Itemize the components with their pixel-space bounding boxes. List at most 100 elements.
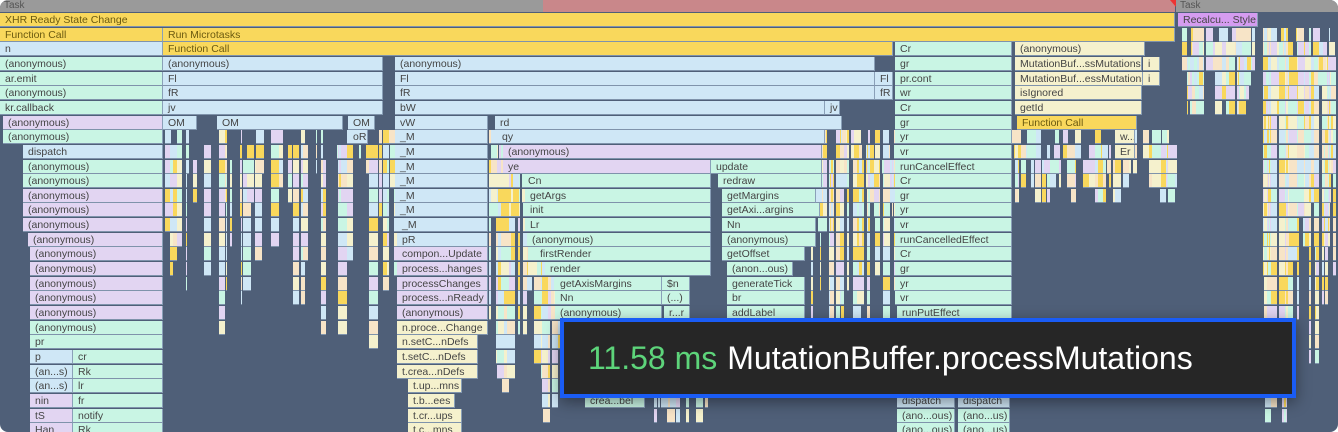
flame-sliver[interactable] — [1148, 159, 1152, 174]
flame-sliver[interactable] — [868, 144, 871, 159]
flame-sliver[interactable] — [339, 159, 341, 174]
flame-sliver[interactable] — [488, 203, 492, 218]
flame-sliver[interactable] — [229, 159, 232, 174]
flame-sliver[interactable] — [1289, 56, 1298, 71]
flame-sliver[interactable] — [1304, 188, 1309, 203]
flame-block[interactable]: pr — [30, 335, 163, 350]
flame-sliver[interactable] — [1278, 86, 1285, 101]
flame-sliver[interactable] — [270, 188, 279, 203]
flame-sliver[interactable] — [218, 159, 226, 174]
flame-sliver[interactable] — [1269, 42, 1271, 57]
flame-sliver[interactable] — [1269, 218, 1271, 233]
flame-sliver[interactable] — [1322, 159, 1324, 174]
flame-sliver[interactable] — [1304, 100, 1309, 115]
flame-sliver[interactable] — [170, 159, 174, 174]
flame-block[interactable]: t.setC...nDefs — [397, 349, 478, 364]
flame-sliver[interactable] — [177, 174, 182, 189]
flame-sliver[interactable] — [1319, 56, 1323, 71]
flame-sliver[interactable] — [1278, 276, 1285, 291]
flame-sliver[interactable] — [204, 203, 212, 218]
flame-sliver[interactable] — [1298, 42, 1305, 57]
flame-sliver[interactable] — [379, 144, 382, 159]
flame-sliver[interactable] — [1289, 247, 1298, 262]
flame-block[interactable]: gr — [895, 56, 1012, 71]
flame-sliver[interactable] — [241, 218, 243, 233]
flame-sliver[interactable] — [1333, 247, 1337, 262]
flame-sliver[interactable] — [488, 306, 492, 320]
flame-sliver[interactable] — [488, 218, 492, 233]
flame-sliver[interactable] — [300, 291, 305, 306]
flame-sliver[interactable] — [1160, 188, 1166, 203]
flame-sliver[interactable] — [1050, 174, 1057, 189]
flame-sliver[interactable] — [518, 218, 521, 233]
flame-sliver[interactable] — [338, 203, 347, 218]
flame-sliver[interactable] — [1310, 71, 1315, 86]
flame-sliver[interactable] — [292, 262, 299, 277]
flame-sliver[interactable] — [1266, 100, 1268, 115]
flame-sliver[interactable] — [884, 218, 891, 233]
flame-block[interactable]: oR — [348, 130, 368, 145]
flame-sliver[interactable] — [829, 262, 835, 277]
flame-sliver[interactable] — [1264, 188, 1268, 203]
flame-block[interactable]: (...) — [662, 291, 690, 306]
flame-sliver[interactable] — [218, 276, 226, 291]
flame-sliver[interactable] — [884, 174, 891, 189]
flame-sliver[interactable] — [1226, 42, 1235, 57]
flame-sliver[interactable] — [1058, 159, 1062, 174]
flame-sliver[interactable] — [1168, 174, 1175, 189]
flame-sliver[interactable] — [1278, 100, 1285, 115]
flame-block[interactable]: Han — [30, 423, 73, 432]
flame-sliver[interactable] — [852, 130, 862, 145]
flame-sliver[interactable] — [368, 159, 378, 174]
flame-sliver[interactable] — [241, 130, 243, 145]
flame-sliver[interactable] — [1270, 27, 1277, 42]
flame-sliver[interactable] — [1264, 276, 1268, 291]
flame-sliver[interactable] — [1115, 174, 1121, 189]
flame-sliver[interactable] — [1304, 86, 1309, 101]
flame-block[interactable]: cr — [73, 349, 163, 364]
flame-sliver[interactable] — [874, 188, 880, 203]
flame-sliver[interactable] — [358, 144, 362, 159]
flame-sliver[interactable] — [1322, 174, 1324, 189]
flame-sliver[interactable] — [685, 408, 690, 423]
flame-sliver[interactable] — [1328, 144, 1331, 159]
flame-sliver[interactable] — [1333, 188, 1337, 203]
flame-sliver[interactable] — [1328, 218, 1331, 233]
flame-sliver[interactable] — [551, 379, 559, 394]
flame-block[interactable]: (anonymous) — [23, 159, 163, 174]
flame-sliver[interactable] — [368, 232, 378, 247]
flame-sliver[interactable] — [1278, 262, 1285, 277]
flame-sliver[interactable] — [315, 159, 317, 174]
flame-sliver[interactable] — [292, 247, 299, 262]
flame-sliver[interactable] — [884, 159, 891, 174]
flame-sliver[interactable] — [1310, 130, 1315, 145]
flame-sliver[interactable] — [1322, 144, 1324, 159]
flame-sliver[interactable] — [488, 276, 492, 291]
flame-sliver[interactable] — [1097, 159, 1103, 174]
flame-sliver[interactable] — [847, 276, 850, 291]
flame-block[interactable]: ye — [503, 159, 711, 174]
flame-sliver[interactable] — [368, 335, 378, 350]
flame-sliver[interactable] — [186, 188, 188, 203]
flame-sliver[interactable] — [300, 262, 305, 277]
flame-sliver[interactable] — [883, 144, 889, 159]
flame-sliver[interactable] — [1309, 320, 1311, 335]
flame-sliver[interactable] — [288, 188, 292, 203]
flame-sliver[interactable] — [1333, 174, 1337, 189]
flame-sliver[interactable] — [1269, 188, 1271, 203]
flame-sliver[interactable] — [1278, 232, 1285, 247]
flame-sliver[interactable] — [1270, 100, 1277, 115]
flame-sliver[interactable] — [819, 232, 822, 247]
flame-sliver[interactable] — [204, 262, 212, 277]
flame-sliver[interactable] — [1284, 42, 1287, 57]
flame-sliver[interactable] — [1133, 159, 1137, 174]
flame-block[interactable]: process...hanges — [397, 262, 488, 277]
flame-sliver[interactable] — [1329, 42, 1335, 57]
flame-sliver[interactable] — [1324, 262, 1328, 277]
flame-sliver[interactable] — [1241, 27, 1251, 42]
flame-sliver[interactable] — [1075, 130, 1082, 145]
flame-sliver[interactable] — [884, 203, 891, 218]
flame-sliver[interactable] — [526, 276, 533, 291]
flame-sliver[interactable] — [1046, 144, 1051, 159]
flame-sliver[interactable] — [1287, 42, 1293, 57]
